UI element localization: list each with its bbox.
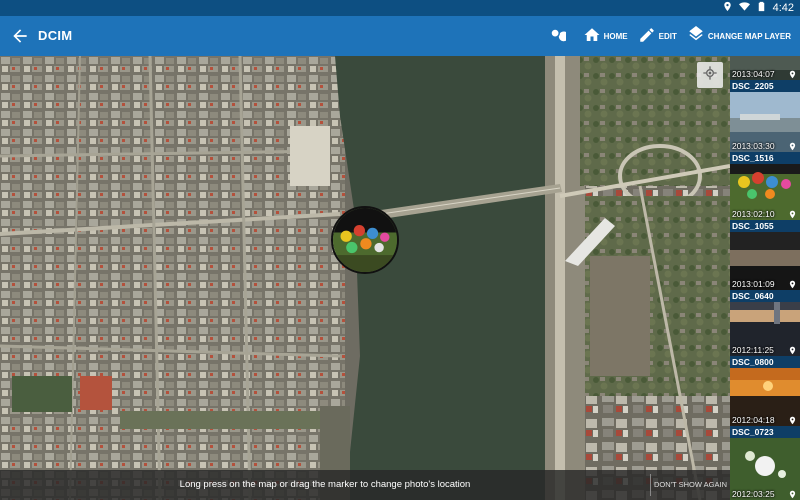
location-icon [722,1,733,15]
edit-label: EDIT [658,31,677,41]
toolbar-actions: HOME EDIT CHANGE MAP LAYER [543,16,796,56]
status-bar: 4:42 [0,0,800,16]
hint-text: Long press on the map or drag the marker… [179,479,471,490]
back-button[interactable] [10,26,30,46]
photo-location-marker[interactable] [331,206,399,274]
photo-filename: DSC_2205 [730,80,800,92]
search-icon [548,26,569,46]
wifi-icon [738,1,750,15]
photo-date: 2013:03:30 [732,141,775,151]
change-map-layer-button[interactable]: CHANGE MAP LAYER [682,26,796,46]
home-label: HOME [603,31,628,41]
gallery-item[interactable]: 2013:04:07 [730,56,800,80]
gallery-item[interactable]: DSC_0800 2012:04:18 [730,356,800,426]
status-time: 4:42 [772,2,794,14]
photo-filename: DSC_0640 [730,290,800,302]
photo-thumbnail-flowers [333,208,397,272]
satellite-imagery [0,56,730,500]
gallery-item[interactable]: DSC_0723 2012:03:25 [730,426,800,500]
photo-date: 2013:01:09 [732,279,775,289]
location-pin-icon [788,413,797,425]
photo-gallery-strip[interactable]: 2013:04:07 DSC_2205 2013:03:30 DSC_1516 … [730,56,800,500]
gallery-item[interactable]: DSC_1055 2013:01:09 [730,220,800,290]
change-map-layer-label: CHANGE MAP LAYER [707,31,791,41]
photo-filename: DSC_0800 [730,356,800,368]
gallery-item-selected[interactable]: DSC_1516 2013:02:10 [730,152,800,220]
dont-show-again-button[interactable]: DON'T SHOW AGAIN [651,480,730,489]
location-pin-icon [788,487,797,499]
location-pin-icon [788,67,797,79]
arrow-back-icon [10,29,30,50]
photo-date: 2013:04:07 [732,69,775,79]
edit-button[interactable]: EDIT [633,26,682,46]
photo-date: 2012:11:25 [732,345,774,355]
location-pin-icon [788,277,797,289]
photo-filename: DSC_0723 [730,426,800,438]
gallery-item[interactable]: DSC_0640 2012:11:25 [730,290,800,356]
photo-date: 2012:04:18 [732,415,775,425]
battery-icon [756,1,767,15]
photo-date: 2012:03:25 [732,489,775,499]
location-pin-icon [788,207,797,219]
search-button[interactable] [543,26,578,46]
crosshair-icon [702,65,718,86]
photo-date: 2013:02:10 [732,209,775,219]
photo-filename: DSC_1055 [730,220,800,232]
my-location-button[interactable] [697,62,723,88]
location-pin-icon [788,343,797,355]
location-pin-icon [788,139,797,151]
gallery-item[interactable]: DSC_2205 2013:03:30 [730,80,800,152]
page-title: DCIM [38,28,73,43]
satellite-map[interactable]: Long press on the map or drag the marker… [0,56,730,500]
status-icons: 4:42 [722,1,794,15]
home-icon [583,26,601,46]
pencil-icon [638,26,656,46]
layers-icon [687,26,705,46]
app-toolbar: DCIM HOME EDIT CHANGE MAP LAYER [0,16,800,56]
photo-filename: DSC_1516 [730,152,800,164]
home-button[interactable]: HOME [578,26,633,46]
hint-snackbar: Long press on the map or drag the marker… [0,470,730,500]
